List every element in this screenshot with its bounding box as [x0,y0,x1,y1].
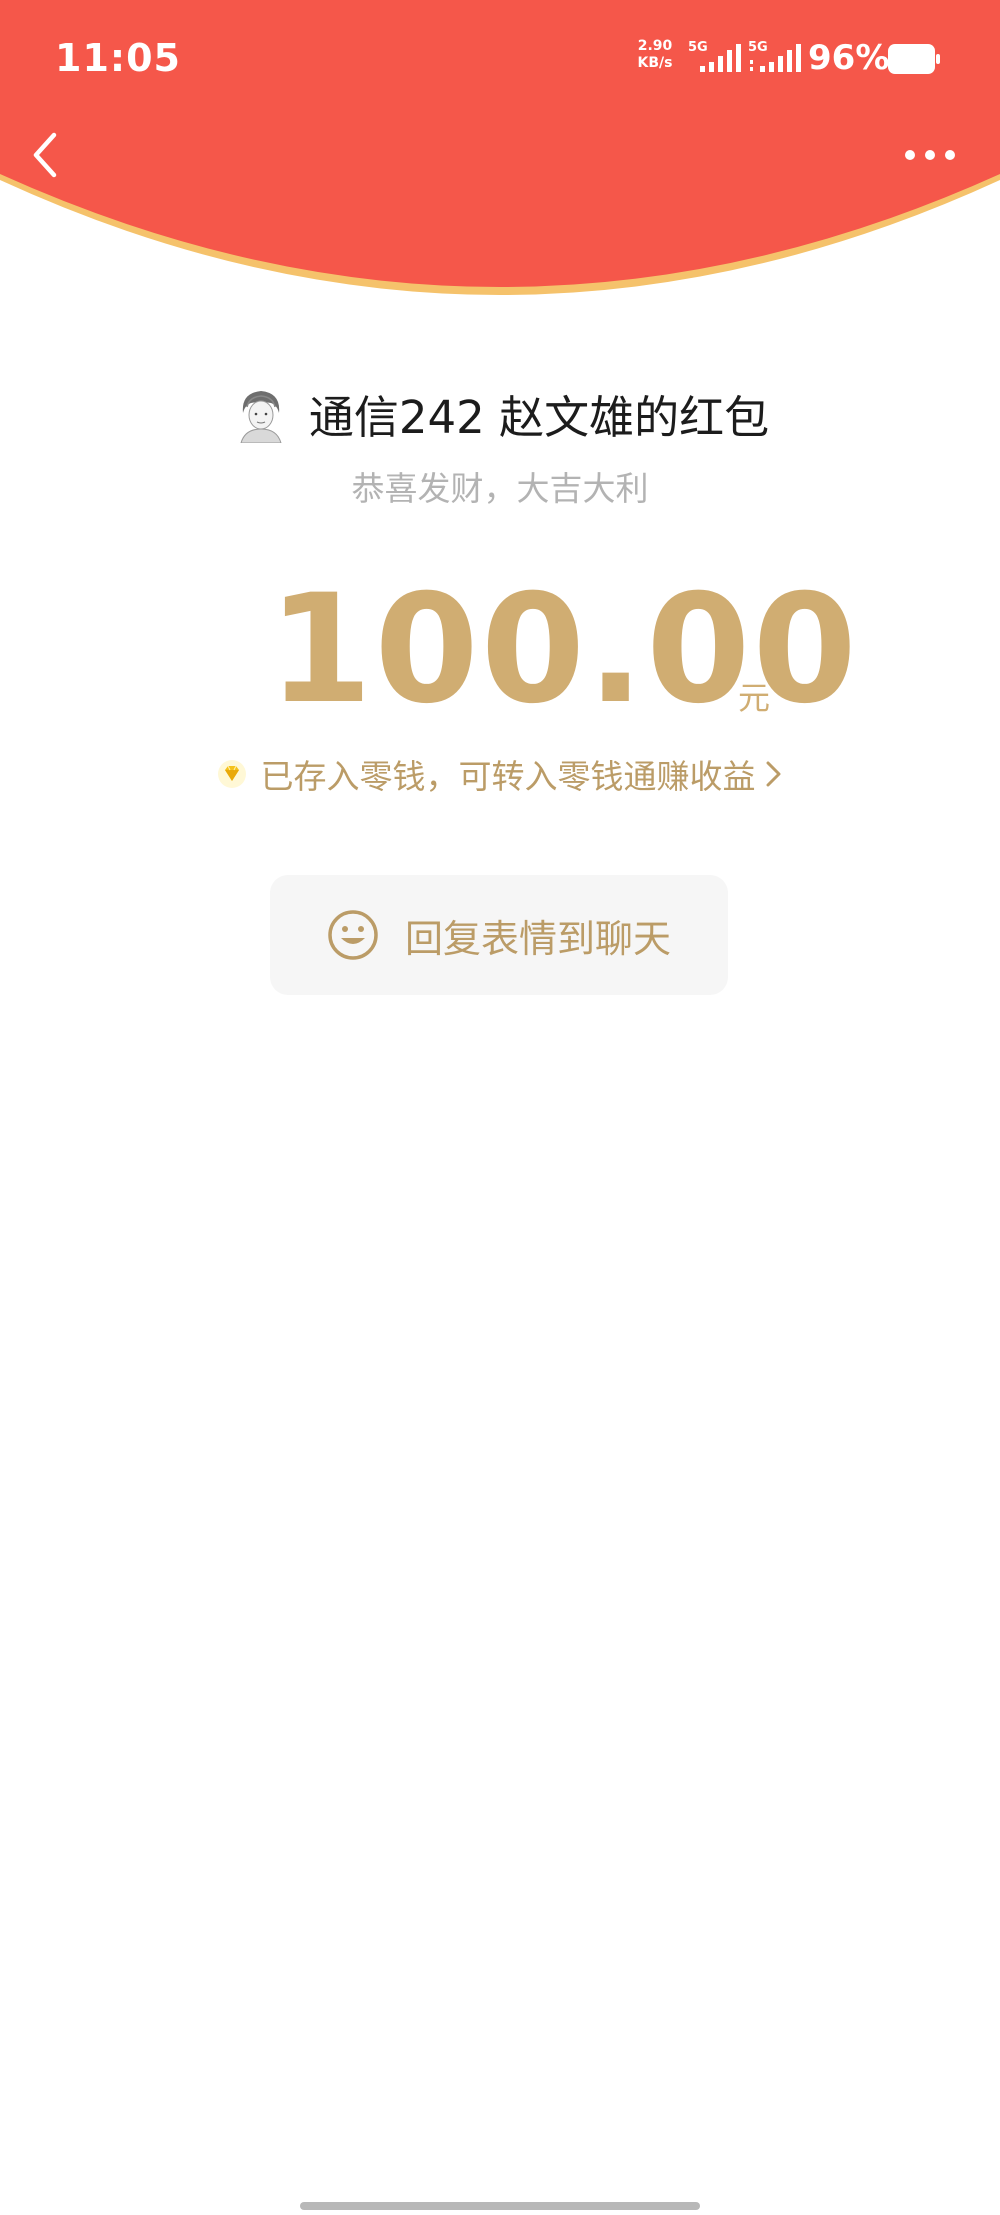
sender-row: 通信242 赵文雄的红包 [0,378,1000,448]
status-bar: 11:05 2.90 KB/s 5G 5G 96% [0,0,1000,120]
diamond-icon [217,760,246,788]
amount-value: 100.00 [268,563,859,737]
chevron-left-icon [33,132,57,178]
battery-icon [888,44,940,74]
reply-button-label: 回复表情到聊天 [404,916,671,961]
amount-unit: 元 [738,679,771,717]
network-speed-value: 2.90 [637,38,673,54]
back-button[interactable] [22,125,72,185]
sim2-signal: 5G [748,40,810,74]
signal-bars-icon [750,44,801,72]
more-dots-icon [905,150,955,160]
avatar[interactable] [230,383,291,443]
sender-name: 通信242 赵文雄的红包 [308,390,770,444]
red-packet-detail-page: 11:05 2.90 KB/s 5G 5G 96% 通信242 赵文雄的红包 恭… [0,0,1000,2215]
battery-percent: 96% [808,38,890,78]
network-speed: 2.90 KB/s [630,38,680,72]
status-time: 11:05 [55,36,181,80]
chevron-right-icon [766,761,780,787]
smile-icon [328,910,378,960]
reply-with-sticker-button[interactable]: 回复表情到聊天 [270,875,728,995]
amount-row: 100.00 元 [0,565,1000,735]
sim1-signal: 5G [688,40,750,74]
more-button[interactable] [900,135,960,175]
deposit-note-text: 已存入零钱，可转入零钱通赚收益 [260,757,756,796]
greeting-message: 恭喜发财，大吉大利 [351,469,649,508]
deposit-note-link[interactable]: 已存入零钱，可转入零钱通赚收益 [0,752,1000,796]
signal-bars-icon [700,44,741,72]
network-speed-unit: KB/s [637,55,673,71]
home-indicator[interactable] [300,2202,700,2210]
